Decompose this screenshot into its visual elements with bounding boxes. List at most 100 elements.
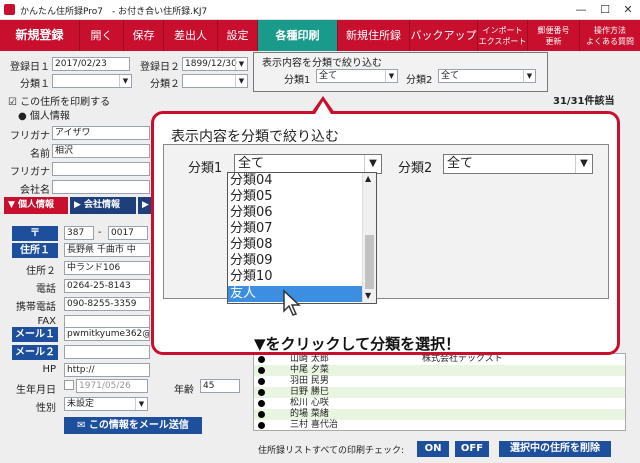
dropdown-option[interactable]: 分類04 bbox=[228, 173, 363, 189]
postal2-input[interactable]: 0017 bbox=[108, 226, 148, 240]
callout-cat1-select[interactable]: 全て ▼ bbox=[234, 154, 382, 174]
cat1-label: 分類１ bbox=[20, 79, 50, 90]
app-title: かんたん住所録Pro7 bbox=[20, 7, 104, 17]
address2-input[interactable]: 中ランド106 bbox=[64, 261, 150, 275]
help-button[interactable]: 操作方法 よくある質問 bbox=[580, 20, 640, 51]
minimize-icon[interactable]: — bbox=[570, 1, 592, 19]
delete-selected-button[interactable]: 選択中の住所を削除 bbox=[499, 441, 611, 457]
backup-button[interactable]: バックアップ bbox=[410, 20, 478, 51]
save-button[interactable]: 保存 bbox=[124, 20, 164, 51]
check-all-on-button[interactable]: ON bbox=[417, 441, 449, 457]
new-address-book-button[interactable]: 新規住所録 bbox=[338, 20, 410, 51]
chevron-down-icon: ▼ bbox=[235, 75, 247, 87]
postal-button[interactable]: 〒 bbox=[12, 226, 58, 241]
cat1-select[interactable]: ▼ bbox=[52, 74, 132, 88]
reg-date2-select[interactable]: 1899/12/30 ▼ bbox=[182, 57, 248, 71]
personal-radio[interactable]: ● 個人情報 bbox=[18, 107, 70, 122]
birthday-checkbox[interactable] bbox=[64, 380, 74, 390]
hp-input[interactable]: http:// bbox=[64, 363, 150, 377]
filter-cat1-select[interactable]: 全て ▼ bbox=[316, 69, 398, 83]
filter-cat2-select[interactable]: 全て ▼ bbox=[438, 69, 536, 83]
print-button[interactable]: 各種印刷 bbox=[258, 20, 338, 51]
maximize-icon[interactable]: ☐ bbox=[594, 1, 616, 19]
mobile-input[interactable]: 090-8255-3359 bbox=[64, 297, 150, 311]
callout-cat1-value: 全て bbox=[238, 156, 265, 171]
open-label: 開く bbox=[90, 29, 113, 42]
table-row[interactable]: 中尾 夕菜 bbox=[254, 365, 625, 376]
table-row[interactable]: 羽田 民男 bbox=[254, 376, 625, 387]
mail2-input[interactable] bbox=[64, 345, 150, 359]
row-name: 的場 菜緒 bbox=[290, 409, 329, 419]
table-row[interactable]: 松川 心咲 bbox=[254, 398, 625, 409]
help-label: 操作方法 bbox=[594, 26, 626, 35]
table-row[interactable]: 山崎 太郎 株式会社テックスト bbox=[254, 354, 625, 365]
import-export-button[interactable]: インポート エクスポート bbox=[478, 20, 528, 51]
furigana2-input[interactable] bbox=[52, 162, 150, 176]
chevron-down-icon: ▼ bbox=[135, 398, 147, 410]
birthday-input[interactable]: 1971/05/26 bbox=[76, 379, 148, 393]
chevron-down-icon: ▼ bbox=[119, 75, 131, 87]
mail2-button[interactable]: メール２ bbox=[12, 345, 58, 360]
callout-cat1-label: 分類1 bbox=[188, 161, 223, 176]
row-name: 山崎 太郎 bbox=[290, 354, 329, 364]
scroll-up-icon[interactable]: ▲ bbox=[365, 174, 371, 183]
chevron-down-icon: ▼ bbox=[364, 155, 381, 173]
tab-personal[interactable]: ▼ 個人情報 bbox=[4, 197, 68, 214]
scrollbar-thumb[interactable] bbox=[365, 235, 374, 289]
dropdown-option[interactable]: 分類10 bbox=[228, 269, 363, 285]
open-button[interactable]: 開く bbox=[80, 20, 124, 51]
dropdown-option[interactable]: 分類08 bbox=[228, 237, 363, 253]
cat2-select[interactable]: ▼ bbox=[182, 74, 248, 88]
settings-button[interactable]: 設定 bbox=[218, 20, 258, 51]
save-label: 保存 bbox=[132, 29, 155, 42]
address-list[interactable]: 山崎 太郎 株式会社テックスト 中尾 夕菜 羽田 民男 日野 勝巳 松川 心咲 的… bbox=[253, 353, 626, 431]
new-entry-button[interactable]: 新規登録 bbox=[0, 20, 80, 51]
result-count: 31/31件該当 bbox=[553, 96, 615, 107]
age-input: 45 bbox=[200, 379, 240, 393]
company-input[interactable] bbox=[52, 180, 150, 194]
dropdown-option[interactable]: 分類07 bbox=[228, 221, 363, 237]
address1-button[interactable]: 住所１ bbox=[12, 243, 58, 258]
print-checkbox[interactable]: ☑ この住所を印刷する bbox=[8, 93, 110, 108]
mail1-input[interactable]: pwmitkyume362@ bbox=[64, 327, 150, 341]
table-row[interactable]: 的場 菜緒 bbox=[254, 409, 625, 420]
dropdown-scrollbar[interactable]: ▲ ▼ bbox=[362, 173, 376, 303]
sender-button[interactable]: 差出人 bbox=[164, 20, 218, 51]
category-dropdown-list[interactable]: 分類04 分類05 分類06 分類07 分類08 分類09 分類10 友人 ▲ … bbox=[227, 172, 377, 304]
close-icon[interactable]: ✕ bbox=[617, 1, 639, 19]
row-name: 三村 喜代治 bbox=[290, 420, 338, 430]
phone-input[interactable]: 0264-25-8143 bbox=[64, 279, 150, 293]
dropdown-option[interactable]: 分類05 bbox=[228, 189, 363, 205]
dropdown-option[interactable]: 分類09 bbox=[228, 253, 363, 269]
postal-update-button[interactable]: 郵便番号 更新 bbox=[528, 20, 580, 51]
furigana2-label: フリガナ bbox=[10, 167, 50, 178]
gender-select[interactable]: 未設定 ▼ bbox=[64, 397, 148, 411]
mobile-label: 携帯電話 bbox=[16, 302, 56, 313]
filter-legend: 表示内容を分類で絞り込む bbox=[262, 54, 382, 69]
callout-cat2-select[interactable]: 全て ▼ bbox=[443, 154, 593, 174]
tab-company[interactable]: ▶ 会社情報 bbox=[70, 197, 136, 214]
furigana-input[interactable]: アイザワ bbox=[52, 126, 150, 140]
name-input[interactable]: 相沢 bbox=[52, 144, 150, 158]
callout-pointer-inner bbox=[315, 101, 331, 114]
row-name: 日野 勝巳 bbox=[290, 387, 329, 397]
print-mark-icon bbox=[258, 422, 265, 429]
send-mail-button[interactable]: ✉ この情報をメール送信 bbox=[64, 417, 202, 434]
table-row[interactable]: 三村 喜代治 bbox=[254, 420, 625, 430]
row-name: 羽田 民男 bbox=[290, 376, 329, 386]
zoom-callout: 表示内容を分類で絞り込む 分類1 全て ▼ 分類2 全て ▼ 分類04 分類05 分… bbox=[151, 111, 620, 355]
postal-code-label: 郵便番号 bbox=[537, 26, 570, 35]
settings-label: 設定 bbox=[226, 29, 249, 42]
scroll-down-icon[interactable]: ▼ bbox=[365, 291, 371, 300]
table-row[interactable]: 日野 勝巳 bbox=[254, 387, 625, 398]
mail1-button[interactable]: メール１ bbox=[12, 327, 58, 342]
dropdown-option[interactable]: 分類06 bbox=[228, 205, 363, 221]
reg-date1-input[interactable]: 2017/02/23 bbox=[52, 57, 130, 71]
app-icon bbox=[4, 4, 15, 15]
chevron-down-icon: ▼ bbox=[235, 58, 247, 70]
check-all-off-button[interactable]: OFF bbox=[455, 441, 489, 457]
callout-legend: 表示内容を分類で絞り込む bbox=[171, 129, 339, 145]
address1-input[interactable]: 長野県 千曲市 中 bbox=[64, 243, 150, 257]
tab-other[interactable]: ▶ bbox=[138, 197, 152, 214]
postal1-input[interactable]: 387 bbox=[64, 226, 94, 240]
